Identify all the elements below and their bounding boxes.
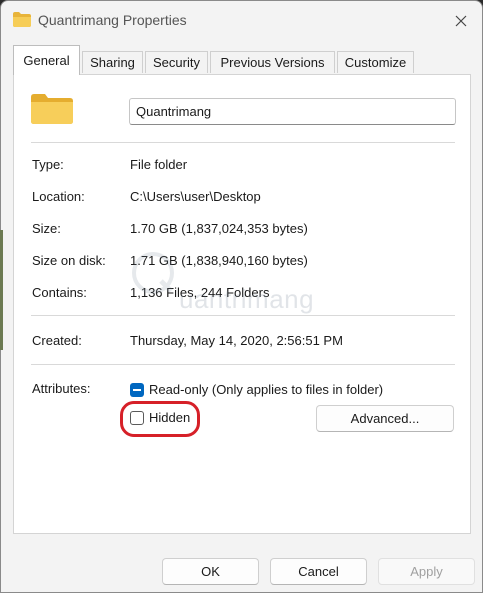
size-value: 1.70 GB (1,837,024,353 bytes) bbox=[130, 221, 308, 236]
size-on-disk-label: Size on disk: bbox=[32, 253, 106, 268]
tab-previous-versions[interactable]: Previous Versions bbox=[210, 51, 335, 73]
type-label: Type: bbox=[32, 157, 64, 172]
tab-security[interactable]: Security bbox=[145, 51, 208, 73]
readonly-checkbox[interactable] bbox=[130, 383, 144, 397]
folder-icon bbox=[13, 12, 31, 27]
apply-button[interactable]: Apply bbox=[378, 558, 475, 585]
properties-dialog: Quantrimang Properties General Sharing S… bbox=[0, 0, 483, 593]
background-desktop-strip bbox=[0, 230, 3, 350]
readonly-label[interactable]: Read-only (Only applies to files in fold… bbox=[149, 382, 383, 397]
hidden-highlight-annotation bbox=[120, 401, 200, 437]
contains-label: Contains: bbox=[32, 285, 87, 300]
type-value: File folder bbox=[130, 157, 188, 172]
folder-icon-large bbox=[31, 94, 73, 124]
watermark-logo-icon bbox=[132, 252, 174, 294]
divider bbox=[31, 364, 455, 365]
divider bbox=[31, 315, 455, 316]
cancel-button[interactable]: Cancel bbox=[270, 558, 367, 585]
folder-name-input[interactable] bbox=[129, 98, 456, 125]
divider bbox=[31, 142, 455, 143]
tab-general[interactable]: General bbox=[13, 45, 80, 75]
size-label: Size: bbox=[32, 221, 61, 236]
close-icon bbox=[455, 15, 467, 27]
attributes-label: Attributes: bbox=[32, 381, 91, 396]
ok-button[interactable]: OK bbox=[162, 558, 259, 585]
location-label: Location: bbox=[32, 189, 85, 204]
advanced-button[interactable]: Advanced... bbox=[316, 405, 454, 432]
watermark-text: uantrimang bbox=[179, 284, 315, 314]
tab-sharing[interactable]: Sharing bbox=[82, 51, 143, 73]
title-bar: Quantrimang Properties bbox=[1, 1, 482, 41]
tab-customize[interactable]: Customize bbox=[337, 51, 414, 73]
window-title: Quantrimang Properties bbox=[38, 12, 187, 28]
location-value: C:\Users\user\Desktop bbox=[130, 189, 261, 204]
close-button[interactable] bbox=[446, 7, 476, 35]
created-value: Thursday, May 14, 2020, 2:56:51 PM bbox=[130, 333, 343, 348]
created-label: Created: bbox=[32, 333, 82, 348]
